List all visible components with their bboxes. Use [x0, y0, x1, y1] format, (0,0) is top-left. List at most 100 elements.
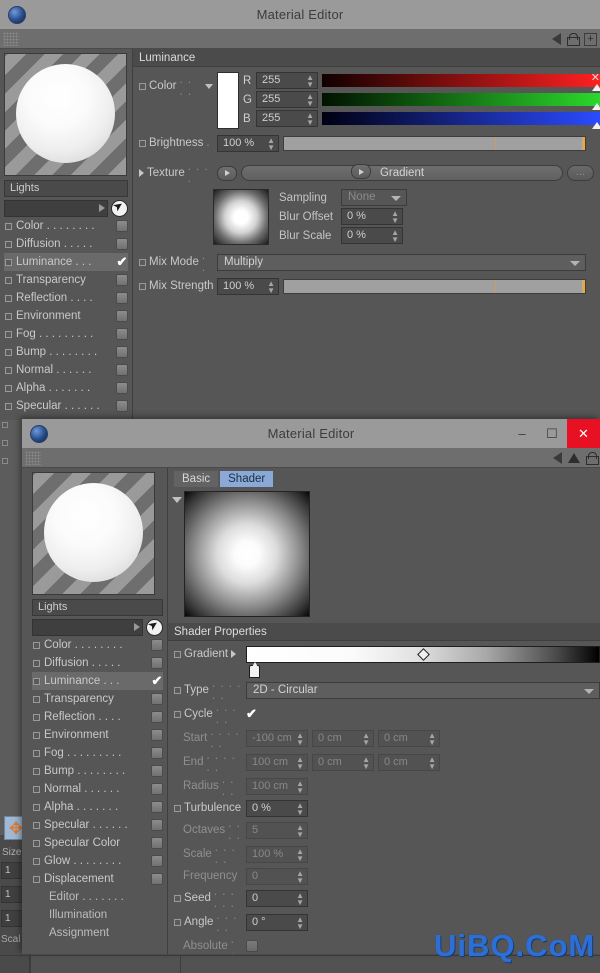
cycle-checkbox[interactable]: ✔ — [246, 708, 257, 720]
channel-row-bump[interactable]: Bump . . . . . . . . — [4, 343, 128, 361]
brightness-value-field[interactable]: 100 %▲▼ — [217, 135, 279, 152]
checkbox-icon[interactable] — [139, 283, 146, 290]
checkbox-icon[interactable] — [174, 651, 181, 658]
blur-scale-field[interactable]: 0 %▲▼ — [341, 227, 403, 244]
channel-row-color[interactable]: Color . . . . . . . . — [32, 636, 163, 654]
checkbox-icon[interactable] — [2, 440, 8, 446]
checkbox-icon[interactable] — [5, 313, 12, 320]
slider-handle[interactable] — [592, 84, 600, 91]
spinner-icon[interactable]: ▲▼ — [296, 780, 304, 794]
texture-browse-button[interactable]: ... — [567, 165, 594, 181]
lock-icon[interactable] — [567, 33, 578, 46]
channel-row-diffusion[interactable]: Diffusion . . . . . — [32, 654, 163, 672]
channel-row-bump[interactable]: Bump . . . . . . . . — [32, 762, 163, 780]
end-z-field[interactable]: 0 cm▲▼ — [378, 754, 440, 771]
tab-shader[interactable]: Shader — [220, 471, 273, 487]
channel-toggle[interactable] — [151, 657, 163, 669]
seed-field[interactable]: 0▲▼ — [246, 890, 308, 907]
gradient-editor-bar[interactable] — [246, 646, 600, 663]
channel-row-fog[interactable]: Fog . . . . . . . . . — [4, 325, 128, 343]
triangle-left-icon[interactable] — [553, 452, 562, 464]
checkbox-icon[interactable] — [139, 83, 146, 90]
channel-row-transparency[interactable]: Transparency — [4, 271, 128, 289]
chevron-down-icon[interactable] — [205, 84, 213, 89]
slider-handle[interactable] — [592, 103, 600, 110]
channel-row-displacement[interactable]: Displacement — [32, 870, 163, 888]
channel-toggle[interactable] — [116, 310, 128, 322]
checkbox-icon[interactable] — [33, 696, 40, 703]
checkbox-icon[interactable] — [33, 732, 40, 739]
checkbox-icon[interactable] — [174, 805, 181, 812]
material-browse-field[interactable] — [4, 200, 108, 217]
channel-row-luminance[interactable]: Luminance . . .✔ — [4, 253, 128, 271]
checkbox-icon[interactable] — [5, 385, 12, 392]
checkbox-icon[interactable] — [139, 259, 146, 266]
channel-row-color[interactable]: Color . . . . . . . . — [4, 217, 128, 235]
spinner-icon[interactable]: ▲▼ — [296, 756, 304, 770]
spinner-icon[interactable]: ▲▼ — [391, 229, 399, 243]
checkbox-icon[interactable] — [33, 822, 40, 829]
slider-handle[interactable] — [592, 122, 600, 129]
checkbox-icon[interactable] — [33, 858, 40, 865]
channel-toggle[interactable] — [151, 765, 163, 777]
spinner-icon[interactable]: ▲▼ — [428, 732, 436, 746]
spinner-icon[interactable]: ▲▼ — [296, 892, 304, 906]
channel-toggle[interactable] — [151, 837, 163, 849]
channel-toggle[interactable] — [116, 382, 128, 394]
channel-toggle[interactable] — [116, 400, 128, 412]
channel-row-reflection[interactable]: Reflection . . . . — [4, 289, 128, 307]
plus-box-icon[interactable]: + — [584, 33, 597, 46]
channel-row-transparency[interactable]: Transparency — [32, 690, 163, 708]
color-expand-button[interactable] — [351, 164, 371, 179]
channel-row-environment[interactable]: Environment — [4, 307, 128, 325]
eyedropper-icon[interactable] — [111, 200, 128, 217]
chevron-down-icon[interactable] — [172, 497, 182, 503]
checkbox-icon[interactable] — [2, 422, 8, 428]
triangle-up-icon[interactable] — [568, 453, 580, 463]
channel-toggle[interactable] — [151, 783, 163, 795]
g-value-field[interactable]: 255▲▼ — [256, 91, 318, 108]
triangle-right-icon[interactable] — [139, 169, 144, 177]
end-x-field[interactable]: 100 cm▲▼ — [246, 754, 308, 771]
color-swatch[interactable] — [217, 72, 239, 129]
channel-row-editor-.-.-.-.-.-.-.[interactable]: Editor . . . . . . . — [32, 888, 163, 906]
channel-row-environment[interactable]: Environment — [32, 726, 163, 744]
triangle-right-icon[interactable] — [231, 650, 236, 658]
radius-field[interactable]: 100 cm▲▼ — [246, 778, 308, 795]
channel-toggle[interactable] — [116, 274, 128, 286]
channel-toggle[interactable] — [151, 801, 163, 813]
tab-basic[interactable]: Basic — [174, 471, 218, 487]
maximize-button[interactable]: ☐ — [537, 419, 567, 448]
channel-toggle[interactable] — [151, 855, 163, 867]
checkbox-icon[interactable] — [5, 349, 12, 356]
channel-row-alpha[interactable]: Alpha . . . . . . . — [32, 798, 163, 816]
channel-row-alpha[interactable]: Alpha . . . . . . . — [4, 379, 128, 397]
material-name-field[interactable]: Lights — [4, 180, 128, 197]
spinner-icon[interactable]: ▲▼ — [296, 824, 304, 838]
checkbox-icon[interactable] — [33, 750, 40, 757]
brightness-slider[interactable] — [283, 136, 586, 151]
blur-offset-field[interactable]: 0 %▲▼ — [341, 208, 403, 225]
spinner-icon[interactable]: ▲▼ — [296, 802, 304, 816]
turbulence-field[interactable]: 0 %▲▼ — [246, 800, 308, 817]
checkbox-icon[interactable] — [174, 687, 181, 694]
frequency-field[interactable]: 0▲▼ — [246, 868, 308, 885]
sampling-select[interactable]: None — [341, 189, 407, 206]
channel-toggle[interactable] — [151, 639, 163, 651]
checkbox-icon[interactable] — [5, 241, 12, 248]
channel-enabled-check-icon[interactable]: ✔ — [116, 256, 128, 268]
eyedropper-icon[interactable] — [146, 619, 163, 636]
start-x-field[interactable]: -100 cm▲▼ — [246, 730, 308, 747]
channel-row-fog[interactable]: Fog . . . . . . . . . — [32, 744, 163, 762]
octaves-field[interactable]: 5▲▼ — [246, 822, 308, 839]
material-editor-window-2[interactable]: Material Editor – ☐ ✕ Lights — [22, 419, 600, 954]
checkbox-icon[interactable] — [33, 660, 40, 667]
b-slider[interactable] — [322, 112, 600, 125]
channel-row-assignment[interactable]: Assignment — [32, 924, 163, 942]
channel-row-glow[interactable]: Glow . . . . . . . . — [32, 852, 163, 870]
channel-enabled-check-icon[interactable]: ✔ — [151, 675, 163, 687]
checkbox-icon[interactable] — [174, 919, 181, 926]
channel-row-specular[interactable]: Specular . . . . . . — [32, 816, 163, 834]
spinner-icon[interactable]: ▲▼ — [267, 137, 275, 151]
spinner-icon[interactable]: ▲▼ — [306, 93, 314, 107]
